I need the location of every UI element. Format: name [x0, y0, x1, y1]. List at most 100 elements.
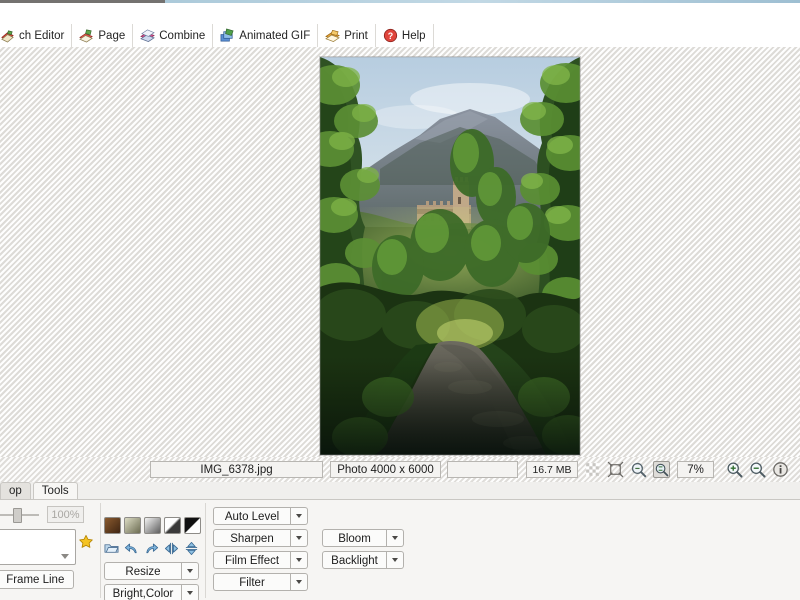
filter-dropdown-button[interactable]	[291, 573, 308, 591]
status-file-size: 16.7 MB	[526, 461, 578, 478]
sharpen-button[interactable]: Sharpen	[213, 529, 291, 547]
favorite-star-icon[interactable]	[78, 534, 94, 550]
redo-icon[interactable]	[144, 541, 159, 556]
zoom-slider-row: 100%	[0, 505, 100, 524]
image-info-icon[interactable]	[772, 461, 789, 478]
bright-color-dropdown-button[interactable]	[182, 584, 199, 600]
resize-button[interactable]: Resize	[104, 562, 182, 580]
frame-line-button[interactable]: Frame Line	[0, 570, 75, 589]
resize-dropdown-button[interactable]	[182, 562, 199, 580]
bright-color-button-group: Bright,Color	[104, 584, 199, 600]
status-extra-field	[447, 461, 518, 478]
gradient-swatch-diagonal[interactable]	[164, 517, 181, 534]
zoom-fit-icon[interactable]	[653, 461, 670, 478]
chevron-down-icon	[392, 536, 398, 540]
auto-level-button-group: Auto Level	[213, 507, 308, 525]
open-file-icon[interactable]	[104, 541, 119, 556]
image-canvas[interactable]	[0, 47, 800, 457]
animated-gif-icon	[220, 28, 234, 42]
print-icon	[325, 29, 341, 43]
status-image-dimensions: Photo 4000 x 6000	[330, 461, 441, 478]
preset-combobox[interactable]	[0, 529, 76, 565]
filter-button-group: Filter	[213, 573, 308, 591]
bloom-button[interactable]: Bloom	[322, 529, 387, 547]
toolbar-blank-area	[0, 3, 800, 24]
status-zoom-level[interactable]: 7%	[677, 461, 714, 478]
chevron-down-icon	[187, 591, 193, 595]
gradient-swatch-olive[interactable]	[124, 517, 141, 534]
sharpen-button-group: Sharpen	[213, 529, 308, 547]
flip-vertical-icon[interactable]	[184, 541, 199, 556]
bright-color-button[interactable]: Bright,Color	[104, 584, 182, 600]
filter-button[interactable]: Filter	[213, 573, 291, 591]
slider-knob[interactable]	[13, 508, 22, 523]
zoom-slider[interactable]	[0, 506, 39, 523]
zoom-percent-field[interactable]: 100%	[47, 506, 84, 523]
chevron-down-icon	[392, 558, 398, 562]
menu-item-page[interactable]: Page	[72, 24, 134, 47]
menu-item-label: Combine	[159, 29, 206, 42]
menu-item-label: Page	[98, 29, 126, 42]
chevron-down-icon	[296, 558, 302, 562]
page-icon	[79, 29, 94, 43]
menu-item-label: ch Editor	[19, 29, 65, 42]
sharpen-dropdown-button[interactable]	[291, 529, 308, 547]
film-effect-button[interactable]: Film Effect	[213, 551, 291, 569]
gradient-swatch-brown[interactable]	[104, 517, 121, 534]
menu-item-print[interactable]: Print	[318, 24, 376, 47]
quick-tool-icon-row	[104, 541, 199, 556]
statusbar: IMG_6378.jpg Photo 4000 x 6000 16.7 MB 7…	[0, 457, 800, 483]
auto-level-dropdown-button[interactable]	[291, 507, 308, 525]
fit-to-window-icon[interactable]	[607, 461, 624, 478]
zoom-out-icon[interactable]	[749, 461, 766, 478]
bottom-panel: op Tools 100% Frame Line Resize Bright,C…	[0, 482, 800, 600]
effect-column-1: Resize Bright,Color	[104, 562, 199, 600]
chevron-down-icon	[296, 514, 302, 518]
menu-item-help[interactable]: ? Help	[376, 24, 434, 47]
chevron-down-icon	[187, 569, 193, 573]
menu-item-label: Print	[344, 29, 368, 42]
film-effect-button-group: Film Effect	[213, 551, 308, 569]
action-column-2: Bloom Backlight	[322, 529, 404, 573]
panel-divider-2	[205, 503, 206, 598]
panel-divider-1	[100, 503, 101, 598]
menu-item-batch-editor[interactable]: ch Editor	[0, 24, 73, 47]
menubar: ch Editor Page Combine Animated GIF Prin…	[0, 24, 800, 48]
undo-icon[interactable]	[124, 541, 139, 556]
bloom-button-group: Bloom	[322, 529, 404, 547]
photo-artwork	[320, 57, 580, 455]
chevron-down-icon	[296, 580, 302, 584]
tab-crop[interactable]: op	[0, 482, 31, 499]
panel-tabs: op Tools	[0, 482, 80, 499]
zoom-in-icon[interactable]	[726, 461, 743, 478]
batch-editor-icon	[1, 30, 14, 43]
menu-item-label: Help	[401, 29, 426, 42]
gradient-swatch-black-white[interactable]	[184, 517, 201, 534]
chevron-down-icon	[61, 554, 69, 559]
tab-tools[interactable]: Tools	[32, 482, 78, 499]
zoom-actual-size-icon[interactable]	[630, 461, 647, 478]
backlight-dropdown-button[interactable]	[387, 551, 404, 569]
menu-item-combine[interactable]: Combine	[133, 24, 214, 47]
transparency-checker-icon[interactable]	[584, 461, 601, 478]
svg-text:?: ?	[388, 31, 393, 41]
action-column-1: Auto Level Sharpen Film Effect Filter	[213, 507, 308, 595]
backlight-button-group: Backlight	[322, 551, 404, 569]
photo-preview	[320, 57, 580, 455]
application-window: ch Editor Page Combine Animated GIF Prin…	[0, 0, 800, 600]
panel-group-frame: 100% rgin Frame Line	[0, 500, 100, 600]
film-effect-dropdown-button[interactable]	[291, 551, 308, 569]
flip-horizontal-icon[interactable]	[164, 541, 179, 556]
auto-level-button[interactable]: Auto Level	[213, 507, 291, 525]
panel-group-quick-tools: Resize Bright,Color	[104, 500, 204, 600]
gradient-swatch-row	[104, 517, 201, 534]
photo-frame[interactable]	[320, 57, 580, 455]
menu-item-animated-gif[interactable]: Animated GIF	[213, 24, 319, 47]
frame-button-row: rgin Frame Line	[0, 570, 75, 589]
backlight-button[interactable]: Backlight	[322, 551, 387, 569]
menu-item-label: Animated GIF	[239, 29, 311, 42]
bloom-dropdown-button[interactable]	[387, 529, 404, 547]
gradient-swatch-silver[interactable]	[144, 517, 161, 534]
resize-button-group: Resize	[104, 562, 199, 580]
combine-icon	[140, 29, 156, 43]
